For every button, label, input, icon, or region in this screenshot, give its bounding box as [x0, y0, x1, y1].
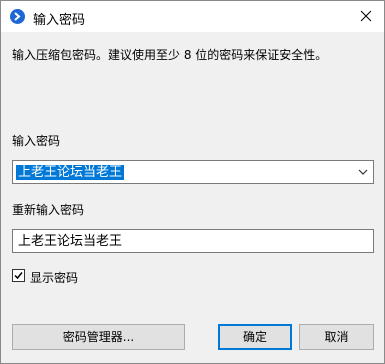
- ok-button[interactable]: 确定: [218, 324, 292, 350]
- confirm-password-value: 上老王论坛当老王: [18, 234, 123, 249]
- show-password-checkbox[interactable]: [12, 269, 25, 282]
- password-manager-button[interactable]: 密码管理器...: [12, 324, 185, 350]
- show-password-label[interactable]: 显示密码: [30, 269, 78, 286]
- window-title: 输入密码: [33, 13, 86, 28]
- checkmark-icon: [14, 272, 23, 280]
- password-dialog: 输入密码 输入压缩包密码。建议使用至少 8 位的密码来保证安全性。 输入密码 上…: [0, 0, 385, 364]
- password-combobox[interactable]: 上老王论坛当老王: [12, 160, 374, 184]
- description-text: 输入压缩包密码。建议使用至少 8 位的密码来保证安全性。: [12, 48, 328, 62]
- app-logo-icon: [10, 9, 25, 24]
- close-icon: [360, 10, 372, 22]
- chevron-down-icon[interactable]: [358, 168, 368, 176]
- cancel-button[interactable]: 取消: [299, 324, 374, 350]
- password-label: 输入密码: [12, 134, 61, 148]
- confirm-password-label: 重新输入密码: [12, 203, 85, 217]
- password-value: 上老王论坛当老王: [16, 165, 125, 180]
- close-button[interactable]: [354, 5, 378, 27]
- title-bar: 输入密码: [1, 1, 384, 32]
- confirm-password-input[interactable]: 上老王论坛当老王: [12, 229, 374, 253]
